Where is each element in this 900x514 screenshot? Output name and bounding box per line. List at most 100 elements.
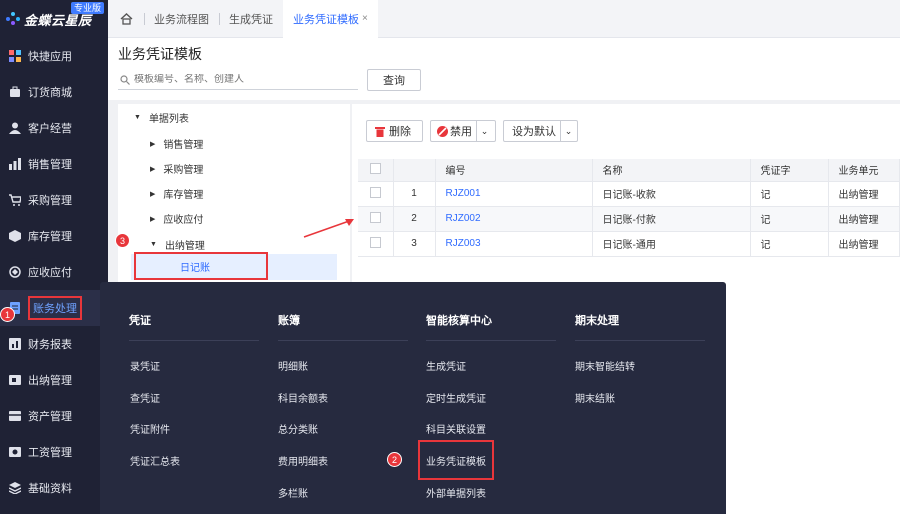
tree-node-root[interactable]: ▼ 单据列表 [134, 110, 189, 125]
report-icon [8, 338, 21, 351]
row-code-link[interactable]: RJZ003 [435, 231, 593, 257]
menu-item-voucher-summary[interactable]: 凭证汇总表 [130, 453, 180, 468]
menu-item-multi-column[interactable]: 多栏账 [278, 485, 308, 500]
row-checkbox[interactable] [358, 231, 394, 257]
tree-node-receivables[interactable]: ▶ 应收应付 [150, 211, 203, 226]
row-checkbox[interactable] [358, 206, 394, 232]
menu-item-expense-detail[interactable]: 费用明细表 [278, 453, 328, 468]
menu-item-smart-carryover[interactable]: 期末智能结转 [575, 358, 635, 373]
menu-heading-period-end: 期末处理 [575, 312, 705, 341]
menu-item-query-voucher[interactable]: 查凭证 [130, 390, 160, 405]
row-code-link[interactable]: RJZ002 [435, 206, 593, 232]
menu-item-generate-voucher[interactable]: 生成凭证 [426, 358, 466, 373]
tree-node-inventory[interactable]: ▶ 库存管理 [150, 186, 203, 201]
menu-heading-voucher: 凭证 [129, 312, 259, 341]
sidebar-item-label: 快捷应用 [28, 51, 72, 63]
row-voucher-word: 记 [750, 181, 829, 207]
row-index: 2 [393, 206, 436, 232]
col-name[interactable]: 名称 [592, 159, 751, 182]
arrow-annotation [303, 219, 354, 238]
salary-icon [8, 446, 21, 459]
sidebar-item-assets[interactable]: 资产管理 [0, 398, 108, 434]
chevron-down-icon[interactable]: ⌄ [560, 121, 576, 141]
tab-generate-voucher[interactable]: 生成凭证 [219, 0, 283, 38]
sidebar-item-cashier[interactable]: 出纳管理 [0, 362, 108, 398]
sidebar-item-reports[interactable]: 财务报表 [0, 326, 108, 362]
sidebar-item-label: 销售管理 [28, 159, 72, 171]
caret-right-icon: ▶ [150, 165, 156, 173]
tab-label: 生成凭证 [229, 13, 273, 26]
sidebar-item-sales[interactable]: 销售管理 [0, 146, 108, 182]
sidebar-item-label: 资产管理 [28, 411, 72, 423]
delete-button[interactable]: 删除 [366, 120, 423, 142]
table-row[interactable]: 3 RJZ003 日记账-通用 记 出纳管理 [358, 231, 900, 257]
menu-item-scheduled-voucher[interactable]: 定时生成凭证 [426, 390, 486, 405]
row-voucher-word: 记 [750, 206, 829, 232]
menu-item-enter-voucher[interactable]: 录凭证 [130, 358, 160, 373]
sidebar-item-purchase[interactable]: 采购管理 [0, 182, 108, 218]
sidebar-item-customer[interactable]: 客户经营 [0, 110, 108, 146]
tab-label: 业务凭证模板 [293, 13, 359, 26]
menu-item-detail-ledger[interactable]: 明细账 [278, 358, 308, 373]
tab-voucher-template[interactable]: 业务凭证模板 × [283, 0, 378, 38]
caret-right-icon: ▶ [150, 190, 156, 198]
row-code-link[interactable]: RJZ001 [435, 181, 593, 207]
close-icon[interactable]: × [362, 13, 368, 24]
template-table: 编号 名称 凭证字 业务单元 1 RJZ001 日记账-收款 记 出纳管理 2 … [358, 159, 900, 257]
cash-icon [8, 374, 21, 387]
col-voucher-word[interactable]: 凭证字 [750, 159, 829, 182]
sidebar-item-accounting[interactable]: 账务处理 [0, 290, 108, 326]
tab-label: 业务流程图 [154, 13, 209, 26]
page-title: 业务凭证模板 [118, 46, 202, 62]
trash-icon [375, 126, 385, 137]
sidebar-item-receivables[interactable]: 应收应付 [0, 254, 108, 290]
row-index: 3 [393, 231, 436, 257]
tree-node-sales[interactable]: ▶ 销售管理 [150, 136, 203, 151]
menu-item-general-ledger[interactable]: 总分类账 [278, 421, 318, 436]
chevron-down-icon[interactable]: ⌄ [476, 121, 492, 141]
sidebar-item-basic-data[interactable]: 基础资料 [0, 470, 108, 506]
tree-node-label: 出纳管理 [164, 241, 205, 252]
row-checkbox[interactable] [358, 181, 394, 207]
menu-item-period-close[interactable]: 期末结账 [575, 390, 615, 405]
query-button[interactable]: 查询 [367, 69, 421, 91]
asset-icon [8, 410, 21, 423]
col-code[interactable]: 编号 [435, 159, 593, 182]
table-row[interactable]: 2 RJZ002 日记账-付款 记 出纳管理 [358, 206, 900, 232]
set-default-button[interactable]: 设为默认 ⌄ [503, 120, 578, 142]
home-icon[interactable] [108, 12, 144, 25]
tree-node-label: 销售管理 [163, 140, 204, 151]
caret-right-icon: ▶ [150, 215, 156, 223]
tree-node-journal[interactable]: 日记账 [134, 252, 268, 280]
search-input[interactable] [134, 74, 344, 85]
tree-node-purchase[interactable]: ▶ 采购管理 [150, 161, 203, 176]
sidebar-item-label: 基础资料 [28, 483, 72, 495]
sidebar-item-mall[interactable]: 订货商城 [0, 74, 108, 110]
sidebar-item-salary[interactable]: 工资管理 [0, 434, 108, 470]
col-business-unit[interactable]: 业务单元 [828, 159, 900, 182]
tree-node-cashier[interactable]: ▼ 出纳管理 [150, 237, 205, 252]
ban-icon [437, 125, 448, 137]
sidebar-item-inventory[interactable]: 库存管理 [0, 218, 108, 254]
brand-logo[interactable]: 金蝶云星辰 专业版 [0, 0, 108, 38]
menu-item-voucher-attachment[interactable]: 凭证附件 [130, 421, 170, 436]
edition-badge: 专业版 [70, 2, 104, 14]
col-index [393, 159, 436, 182]
tab-business-flow[interactable]: 业务流程图 [144, 0, 219, 38]
disable-button[interactable]: 禁用 ⌄ [430, 120, 496, 142]
menu-item-external-documents[interactable]: 外部单据列表 [426, 485, 486, 500]
sidebar-item-label: 客户经营 [28, 123, 72, 135]
tree-node-label: 应收应付 [163, 215, 204, 226]
menu-item-account-mapping[interactable]: 科目关联设置 [426, 421, 486, 436]
select-all-checkbox[interactable] [358, 159, 394, 182]
menu-heading-books: 账簿 [278, 312, 408, 341]
menu-item-account-balance[interactable]: 科目余额表 [278, 390, 328, 405]
row-name: 日记账-通用 [592, 231, 751, 257]
accounting-mega-menu: 凭证 账簿 智能核算中心 期末处理 录凭证 查凭证 凭证附件 凭证汇总表 明细账… [100, 282, 726, 514]
tab-bar: 业务流程图 生成凭证 业务凭证模板 × [108, 0, 900, 38]
logo-icon [6, 12, 20, 26]
search-icon [120, 74, 130, 85]
sidebar-item-label: 出纳管理 [28, 375, 72, 387]
sidebar-item-quick-apps[interactable]: 快捷应用 [0, 38, 108, 74]
table-row[interactable]: 1 RJZ001 日记账-收款 记 出纳管理 [358, 181, 900, 207]
